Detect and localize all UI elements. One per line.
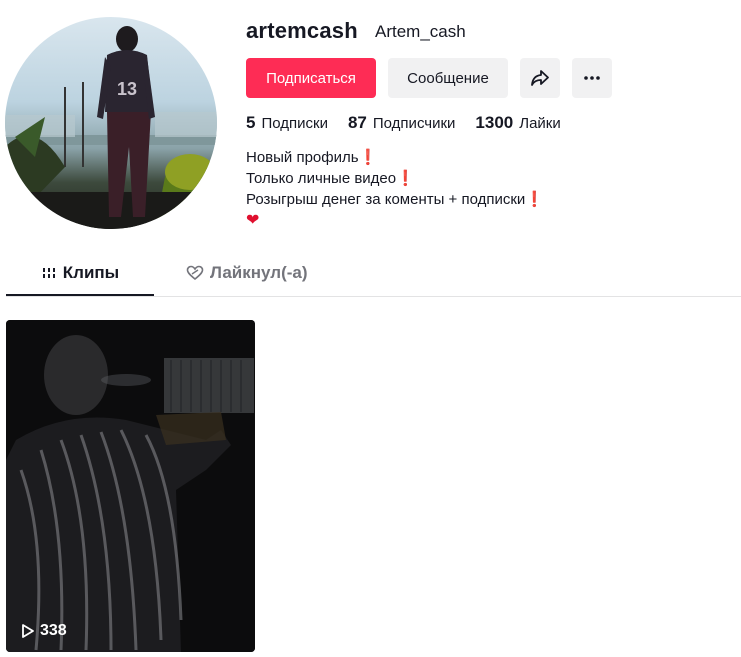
- follow-button[interactable]: Подписаться: [246, 58, 376, 98]
- play-outline-icon: [22, 624, 34, 638]
- exclamation-icon: ❗: [396, 170, 415, 187]
- profile-nickname: Artem_cash: [375, 22, 466, 41]
- more-dots-icon: [584, 76, 600, 80]
- profile-bio: Новый профиль❗ Только личные видео❗ Розы…: [246, 147, 544, 231]
- exclamation-icon: ❗: [525, 191, 544, 208]
- avatar-photo: 13: [5, 26, 217, 229]
- tab-clips[interactable]: Клипы: [6, 252, 154, 296]
- tab-clips-label: Клипы: [62, 263, 120, 282]
- bio-line: Только личные видео❗: [246, 168, 544, 189]
- followers-count: 87: [347, 113, 367, 132]
- stat-following[interactable]: 5 Подписки: [246, 113, 328, 133]
- stat-likes: 1300 Лайки: [475, 113, 560, 133]
- bio-line-3: Розыгрыш денег за коменты + подписки: [246, 191, 526, 208]
- profile-tabs: Клипы Лайкнул(-а): [6, 252, 741, 297]
- svg-text:13: 13: [117, 79, 137, 99]
- profile-stats: 5 Подписки 87 Подписчики 1300 Лайки: [246, 113, 581, 133]
- video-view-count: 338: [20, 622, 67, 640]
- bio-line: Розыгрыш денег за коменты + подписки❗: [246, 189, 544, 210]
- bio-line: ❤: [246, 210, 544, 231]
- bio-line-2: Только личные видео: [246, 170, 397, 187]
- more-button[interactable]: [572, 58, 612, 98]
- likes-label: Лайки: [519, 115, 561, 132]
- message-button[interactable]: Сообщение: [388, 58, 508, 98]
- profile-avatar[interactable]: 13: [5, 17, 217, 229]
- tab-liked-label: Лайкнул(-а): [210, 263, 308, 282]
- video-thumbnail: [6, 320, 255, 652]
- bio-line: Новый профиль❗: [246, 147, 544, 168]
- liked-heart-icon: [186, 265, 204, 281]
- stat-followers[interactable]: 87 Подписчики: [348, 113, 455, 133]
- view-count-text: 338: [40, 622, 67, 639]
- profile-username: artemcash: [246, 18, 358, 43]
- tab-liked[interactable]: Лайкнул(-а): [186, 252, 308, 294]
- followers-label: Подписчики: [372, 115, 456, 132]
- share-arrow-icon: [531, 70, 549, 86]
- following-label: Подписки: [261, 115, 328, 132]
- following-count: 5: [246, 113, 256, 132]
- likes-count: 1300: [475, 113, 514, 132]
- heart-icon: ❤: [246, 212, 260, 229]
- video-card[interactable]: 338: [6, 320, 255, 652]
- exclamation-icon: ❗: [358, 149, 378, 166]
- grid-lines-icon: [41, 268, 56, 278]
- bio-line-1: Новый профиль: [246, 149, 359, 166]
- share-button[interactable]: [520, 58, 560, 98]
